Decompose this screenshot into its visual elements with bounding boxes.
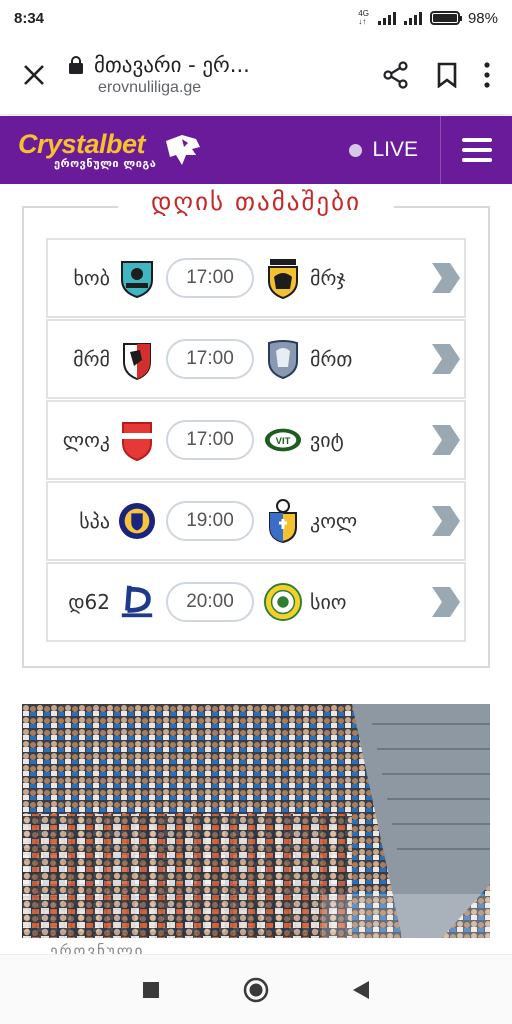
lock-icon xyxy=(69,56,83,74)
chevron-right-icon xyxy=(432,263,460,293)
close-icon xyxy=(24,65,44,85)
menu-icon xyxy=(461,138,492,142)
match-time: 17:00 xyxy=(166,339,254,379)
battery-icon xyxy=(429,11,462,25)
site-header: Crystalbet ეროვნული ლიგა LIVE xyxy=(0,116,512,184)
recents-icon[interactable] xyxy=(142,981,160,999)
bookmark-icon[interactable] xyxy=(436,62,458,88)
away-team: მრჯ xyxy=(310,266,346,290)
match-row[interactable]: მრმ 17:00 მრთ xyxy=(46,319,466,399)
home-crest-icon xyxy=(118,581,156,623)
home-icon[interactable] xyxy=(243,977,269,1003)
brand-subtitle: ეროვნული ლიგა xyxy=(54,156,157,170)
match-row[interactable]: სპა 19:00 კოლ xyxy=(46,481,466,561)
home-crest-icon xyxy=(118,338,156,380)
close-button[interactable] xyxy=(0,64,68,86)
page-title: მთავარი - ერ... xyxy=(94,53,250,77)
away-team: ვიტ xyxy=(310,428,344,452)
away-crest-icon xyxy=(264,257,302,299)
away-crest-icon xyxy=(264,581,302,623)
status-bar: 8:34 4G ↓↑ 98% xyxy=(0,0,512,36)
matches-title: დღის თამაშები xyxy=(118,187,394,216)
signal-icon xyxy=(377,11,396,25)
site-logo[interactable]: Crystalbet ეროვნული ლიგა xyxy=(18,128,202,170)
clock: 8:34 xyxy=(14,9,45,27)
brand-name: Crystalbet xyxy=(18,128,146,159)
match-time: 19:00 xyxy=(166,501,254,541)
svg-text:VIT: VIT xyxy=(276,436,291,447)
share-icon[interactable] xyxy=(382,61,410,89)
home-team: ხობ xyxy=(73,266,110,290)
home-crest-icon xyxy=(118,500,156,542)
helmet-icon xyxy=(166,135,201,165)
home-team: მრმ xyxy=(73,347,110,371)
live-dot-icon xyxy=(349,143,363,157)
live-link[interactable]: LIVE xyxy=(349,138,440,162)
chevron-right-icon xyxy=(432,344,460,374)
chevron-right-icon xyxy=(432,587,460,617)
domain-label: erovnuliliga.ge xyxy=(98,79,202,96)
status-icons: 4G ↓↑ 98% xyxy=(358,10,498,27)
match-row[interactable]: ლოკ 17:00 VIT ვიტ xyxy=(46,400,466,480)
news-photo[interactable] xyxy=(22,704,490,938)
signal-icon-2 xyxy=(403,11,422,25)
match-row[interactable]: ხობ 17:00 მრჯ xyxy=(46,238,466,318)
back-icon[interactable] xyxy=(352,980,370,1000)
home-crest-icon xyxy=(118,257,156,299)
away-crest-icon xyxy=(264,499,302,543)
match-time: 20:00 xyxy=(166,582,254,622)
match-time: 17:00 xyxy=(166,258,254,298)
home-team: ლოკ xyxy=(62,428,110,452)
home-team: დ62 xyxy=(68,590,110,614)
chevron-right-icon xyxy=(432,506,460,536)
url-area[interactable]: მთავარი - ერ... erovnuliliga.ge xyxy=(68,53,382,97)
away-crest-icon: VIT xyxy=(264,419,302,461)
network-type: 4G ↓↑ xyxy=(358,9,369,26)
home-team: სპა xyxy=(79,509,110,533)
match-time: 17:00 xyxy=(166,420,254,460)
menu-button[interactable] xyxy=(440,116,512,184)
system-nav-bar xyxy=(0,954,512,1024)
chevron-right-icon xyxy=(432,425,460,455)
home-crest-icon xyxy=(118,419,156,461)
away-crest-icon xyxy=(264,338,302,380)
more-icon[interactable] xyxy=(484,62,490,88)
live-label: LIVE xyxy=(372,138,418,161)
battery-percent: 98% xyxy=(467,9,498,27)
away-team: სიო xyxy=(310,590,347,614)
away-team: კოლ xyxy=(310,509,358,533)
browser-toolbar: მთავარი - ერ... erovnuliliga.ge xyxy=(0,36,512,114)
away-team: მრთ xyxy=(310,347,353,371)
match-row[interactable]: დ62 20:00 სიო xyxy=(46,562,466,642)
